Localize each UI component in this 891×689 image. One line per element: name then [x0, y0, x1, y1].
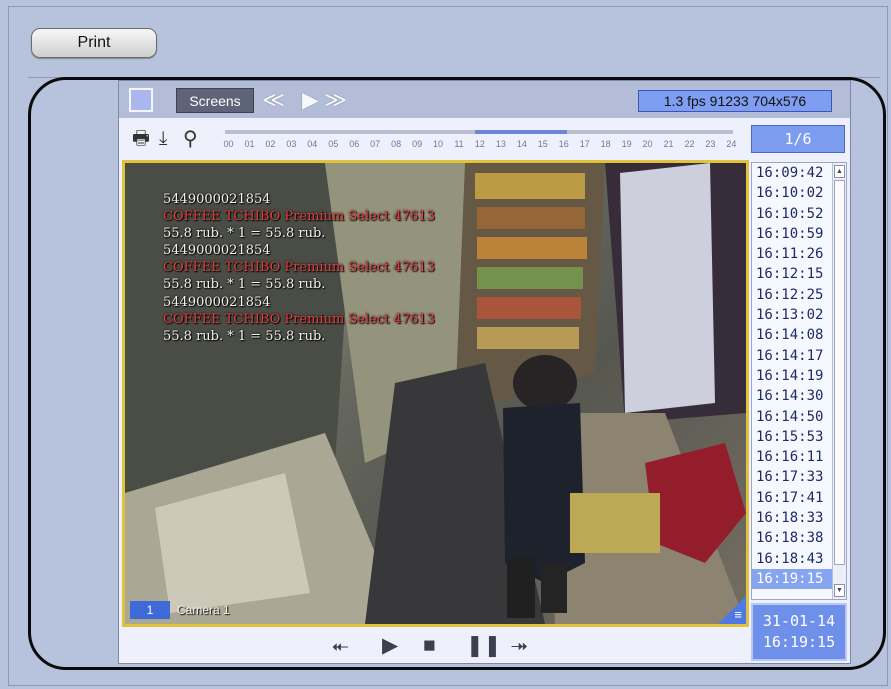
stop-icon[interactable]: ■: [423, 633, 436, 659]
hour-label: 02: [265, 139, 276, 149]
pos-overlay-line: 5449000021854: [163, 294, 271, 310]
timestamp-item[interactable]: 16:16:11: [752, 447, 832, 467]
timestamp-scrollbar[interactable]: ▲ ▼: [832, 163, 846, 599]
timeline-hour-labels: 00 01 02 03 04 05 06 07 08 09 10 11 12 13 14 15 16 17 18 19…: [220, 139, 740, 153]
step-forward-icon[interactable]: ⯮: [511, 633, 528, 659]
camera-number-badge[interactable]: 1: [130, 601, 170, 619]
timeline-bar: 🖶 ⤓ ⚲ 00 01 02 03 04 05 06 07 08 09 10 11 12 13 14 15 16…: [119, 120, 850, 158]
pos-overlay-line: COFFEE TCHIBO Premium Select 47613: [163, 260, 435, 276]
page-indicator: 1/6: [751, 125, 845, 153]
download-icon[interactable]: ⤓: [159, 128, 167, 150]
hour-label: 21: [663, 139, 674, 149]
timestamp-item[interactable]: 16:18:38: [752, 528, 832, 548]
monitor-toolbar: Screens ≪ ▶ ≫ 1.3 fps 91233 704x576: [119, 81, 850, 118]
hour-label: 06: [349, 139, 360, 149]
menu-icon: ≡: [734, 607, 742, 622]
hour-label: 13: [495, 139, 506, 149]
hour-label: 04: [307, 139, 318, 149]
timestamp-items: 16:09:42 16:10:02 16:10:52 16:10:59 16:11:26…: [752, 163, 832, 599]
timestamp-item[interactable]: 16:10:59: [752, 224, 832, 244]
pos-overlay-line: 55.8 rub. * 1 = 55.8 rub.: [163, 226, 326, 242]
stream-info: 1.3 fps 91233 704x576: [638, 90, 832, 112]
pos-overlay-line: 55.8 rub. * 1 = 55.8 rub.: [163, 277, 326, 293]
hour-label: 12: [474, 139, 485, 149]
hour-label: 01: [244, 139, 255, 149]
timestamp-item[interactable]: 16:13:02: [752, 305, 832, 325]
scroll-down-icon[interactable]: ▼: [834, 584, 845, 597]
timestamp-item[interactable]: 16:10:02: [752, 183, 832, 203]
scroll-thumb[interactable]: [834, 180, 845, 565]
hour-label: 05: [328, 139, 339, 149]
timestamp-item[interactable]: 16:10:52: [752, 204, 832, 224]
hour-label: 22: [684, 139, 695, 149]
pos-overlay-line: 55.8 rub. * 1 = 55.8 rub.: [163, 328, 326, 344]
timestamp-item[interactable]: 16:12:15: [752, 264, 832, 284]
prev-screen-icon[interactable]: ≪: [262, 86, 285, 114]
hour-label: 19: [621, 139, 632, 149]
play-icon[interactable]: ▶: [302, 86, 319, 114]
timestamp-item[interactable]: 16:14:19: [752, 366, 832, 386]
pos-overlay-line: COFFEE TCHIBO Premium Select 47613: [163, 209, 435, 225]
play-button-icon[interactable]: ▶: [382, 633, 398, 659]
hour-label: 18: [600, 139, 611, 149]
hour-label: 09: [412, 139, 423, 149]
camera-menu-button[interactable]: ≡: [718, 596, 746, 624]
scroll-up-icon[interactable]: ▲: [834, 165, 845, 178]
hour-label: 16: [558, 139, 569, 149]
current-date: 31-01-14: [762, 612, 836, 630]
camera-video[interactable]: 5449000021854 COFFEE TCHIBO Premium Selec…: [122, 160, 749, 627]
timestamp-item[interactable]: 16:17:41: [752, 488, 832, 508]
video-monitor-panel: Screens ≪ ▶ ≫ 1.3 fps 91233 704x576 🖶 ⤓ …: [118, 80, 851, 664]
hour-label: 23: [705, 139, 716, 149]
timestamp-item[interactable]: 16:11:26: [752, 244, 832, 264]
hour-label: 03: [286, 139, 297, 149]
event-timestamp-list[interactable]: 16:09:42 16:10:02 16:10:52 16:10:59 16:11:26…: [751, 162, 847, 600]
layout-toggle-button[interactable]: [129, 88, 153, 112]
step-back-icon[interactable]: ⯬: [332, 633, 349, 659]
hour-label: 17: [579, 139, 590, 149]
timestamp-item[interactable]: 16:15:53: [752, 427, 832, 447]
current-time: 16:19:15: [762, 633, 836, 651]
print-button[interactable]: Print: [31, 28, 157, 58]
print-icon[interactable]: 🖶: [132, 128, 150, 150]
search-icon[interactable]: ⚲: [183, 128, 198, 150]
pos-overlay-line: 5449000021854: [163, 243, 271, 259]
hour-label: 00: [223, 139, 234, 149]
timestamp-item[interactable]: 16:12:25: [752, 285, 832, 305]
timestamp-item[interactable]: 16:18:43: [752, 549, 832, 569]
timestamp-item[interactable]: 16:14:30: [752, 386, 832, 406]
hour-label: 08: [391, 139, 402, 149]
timestamp-item[interactable]: 16:17:33: [752, 467, 832, 487]
timeline-track[interactable]: [225, 130, 733, 134]
screens-button[interactable]: Screens: [176, 88, 254, 113]
pos-overlay-line: 5449000021854: [163, 192, 271, 207]
timeline-selection[interactable]: [475, 130, 567, 134]
timestamp-item[interactable]: 16:09:42: [752, 163, 832, 183]
hour-label: 14: [516, 139, 527, 149]
hour-label: 07: [370, 139, 381, 149]
pos-overlay-line: COFFEE TCHIBO Premium Select 47613: [163, 311, 435, 327]
pos-text-overlay: 5449000021854 COFFEE TCHIBO Premium Selec…: [163, 191, 435, 345]
hour-label: 24: [726, 139, 737, 149]
hour-label: 11: [454, 139, 464, 149]
hour-label: 15: [537, 139, 548, 149]
current-datetime: 31-01-14 16:19:15: [751, 603, 847, 661]
timestamp-item[interactable]: 16:14:17: [752, 346, 832, 366]
timestamp-item[interactable]: 16:14:50: [752, 407, 832, 427]
playback-controls: ⯬ ▶ ■ ❚❚ ⯮: [119, 629, 749, 663]
pause-icon[interactable]: ❚❚: [466, 633, 501, 659]
timestamp-item[interactable]: 16:14:08: [752, 325, 832, 345]
timestamp-item[interactable]: 16:18:33: [752, 508, 832, 528]
next-screen-icon[interactable]: ≫: [324, 86, 347, 114]
camera-name-label: Camera 1: [177, 603, 230, 617]
timestamp-item[interactable]: 16:19:15: [752, 568, 832, 590]
hour-label: 10: [433, 139, 444, 149]
hour-label: 20: [642, 139, 653, 149]
